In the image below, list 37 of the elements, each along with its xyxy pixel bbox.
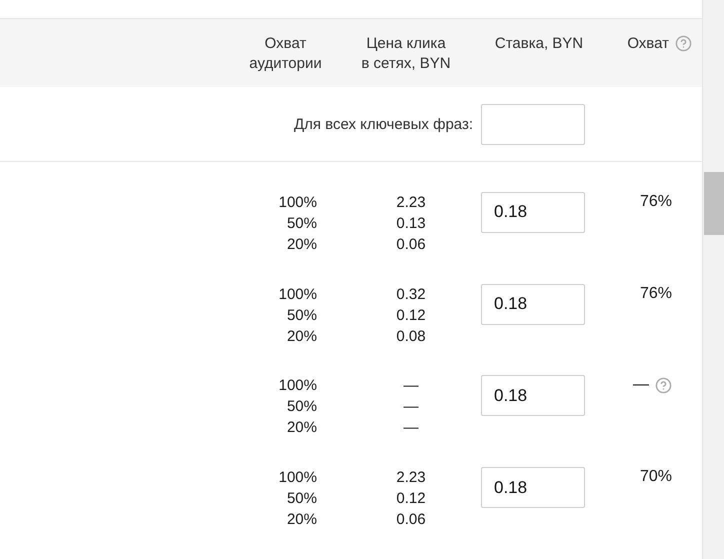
click-price: 2.23 xyxy=(396,192,426,213)
click-price: 0.12 xyxy=(396,489,426,510)
coverage-value: 100% xyxy=(278,284,317,305)
column-header: Цена клика в сетях, BYN xyxy=(360,34,452,74)
coverage-value: 20% xyxy=(286,326,317,347)
bid-input-field[interactable]: 0.18 xyxy=(481,375,585,416)
click-price: 0.06 xyxy=(396,510,426,530)
reach-value: 76% xyxy=(640,284,672,304)
coverage-value: 50% xyxy=(286,397,317,418)
all-phrases-label: Для всех ключевых фраз: xyxy=(294,116,473,134)
coverage-value: 50% xyxy=(286,306,317,326)
reach-value: 70% xyxy=(640,467,672,488)
click-price: 0.06 xyxy=(396,234,426,255)
coverage-value: 20% xyxy=(286,234,317,255)
click-price: 0.12 xyxy=(396,306,426,326)
bid-input-field[interactable]: 0.18 xyxy=(481,192,585,233)
click-price: 0.32 xyxy=(396,284,426,305)
click-price: 0.13 xyxy=(396,214,426,234)
bid-input-field[interactable]: 0.18 xyxy=(481,467,585,508)
reach-value: 76% xyxy=(640,192,672,212)
coverage-value: 20% xyxy=(286,418,317,438)
coverage-value: 20% xyxy=(286,510,317,530)
coverage-value: 100% xyxy=(278,376,317,396)
coverage-value: 50% xyxy=(286,214,317,234)
coverage-value: 100% xyxy=(278,468,317,488)
click-price: 2.23 xyxy=(396,468,426,488)
coverage-value: 50% xyxy=(286,489,317,510)
column-header: Ставка, BYN xyxy=(494,34,584,54)
click-price: — xyxy=(404,397,418,418)
click-price: — xyxy=(404,418,418,438)
column-header: Охват xyxy=(627,34,669,54)
bid-input-field[interactable]: 0.18 xyxy=(481,284,585,325)
coverage-value: 100% xyxy=(278,192,317,213)
column-header: Охват аудитории xyxy=(248,34,323,74)
click-price: 0.08 xyxy=(396,326,426,347)
click-price: — xyxy=(404,376,418,396)
reach-value: — xyxy=(633,375,649,396)
